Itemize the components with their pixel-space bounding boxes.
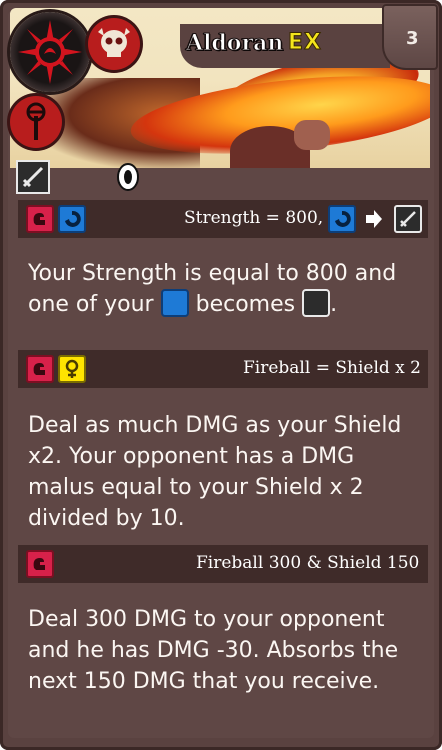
- sword-icon: [302, 289, 331, 317]
- arrow-right-icon: [366, 210, 382, 228]
- shield-swirl-icon: [328, 205, 356, 233]
- fist-icon: [26, 355, 54, 383]
- ability-1-text-end: .: [330, 292, 338, 317]
- shield-swirl-icon: [160, 289, 189, 317]
- ex-badge: EX: [288, 30, 322, 56]
- ring-icon: [116, 162, 140, 192]
- ability-2-formula: Fireball = Shield x 2: [243, 358, 421, 378]
- ability-1-description: Your Strength is equal to 800 and one of…: [28, 258, 424, 320]
- ability-3-formula: Fireball 300 & Shield 150: [196, 553, 420, 573]
- card[interactable]: Aldoran EX 3 Strength = 800, Your Streng…: [0, 0, 442, 750]
- art-hand: [294, 120, 330, 150]
- sword-icon: [394, 205, 422, 233]
- staff-icon: [10, 96, 62, 148]
- fist-icon: [26, 550, 54, 578]
- card-name: Aldoran: [185, 30, 284, 57]
- ability-2-description: Deal as much DMG as your Shield x2. Your…: [28, 413, 402, 531]
- ability-1-formula: Strength = 800,: [184, 208, 324, 228]
- card-cost: 3: [406, 28, 419, 49]
- skull-icon: [88, 18, 140, 70]
- ability-1-text-b: becomes: [195, 292, 296, 317]
- ability-3-description: Deal 300 DMG to your opponent and he has…: [28, 607, 399, 694]
- sunburst-icon: [10, 12, 90, 92]
- fist-icon: [26, 205, 54, 233]
- female-symbol-icon: [58, 355, 86, 383]
- shield-swirl-icon: [58, 205, 86, 233]
- sword-icon: [16, 160, 50, 194]
